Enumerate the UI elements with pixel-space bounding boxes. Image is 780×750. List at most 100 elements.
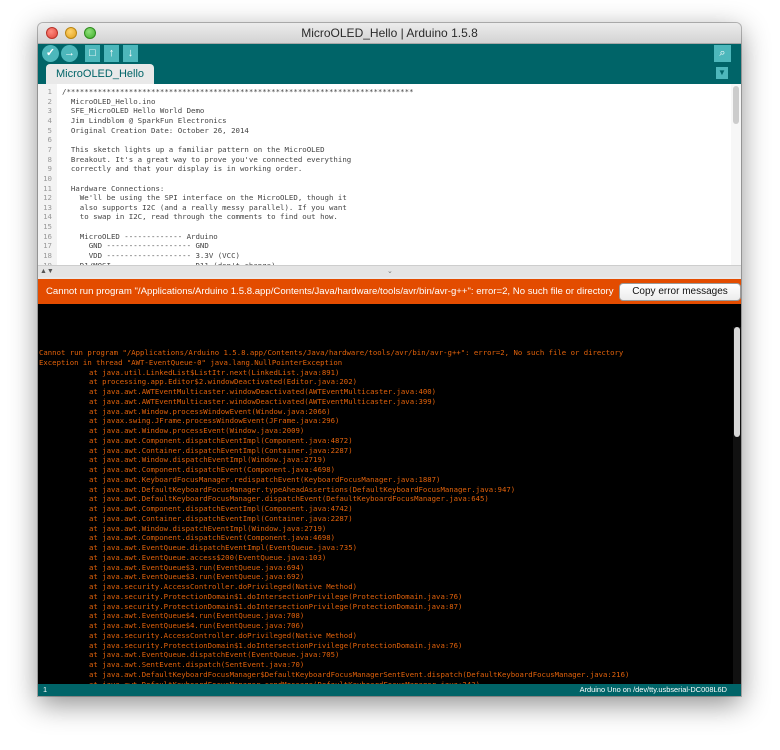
console-line: at java.awt.EventQueue$3.run(EventQueue.… [89, 572, 305, 582]
code-line[interactable]: 10 [38, 174, 728, 184]
code-text: SFE_MicroOLED Hello World Demo [62, 106, 205, 116]
code-text: also supports I2C (and a really messy pa… [62, 202, 347, 212]
console-line: at java.awt.Container.dispatchEventImpl(… [89, 513, 353, 523]
line-number: 9 [47, 164, 52, 174]
code-line[interactable]: 14 to swap in I2C, read through the comm… [38, 212, 728, 222]
editor-vertical-scrollbar[interactable] [731, 84, 741, 265]
line-number: 5 [47, 125, 52, 135]
editor-divider[interactable]: ▲▼ ⌄ [38, 265, 741, 277]
console-line: at java.awt.DefaultKeyboardFocusManager.… [89, 484, 516, 494]
copy-error-messages-button[interactable]: Copy error messages [619, 283, 741, 301]
new-sketch-button[interactable]: □ [85, 45, 100, 62]
code-line[interactable]: 9 correctly and that your display is in … [38, 164, 728, 174]
verify-button[interactable]: ✓ [42, 45, 59, 62]
console-line: at java.awt.AWTEventMulticaster.windowDe… [89, 387, 437, 396]
console-line: at java.awt.EventQueue.dispatchEventImpl… [89, 543, 357, 552]
code-text: Original Creation Date: October 26, 2014 [62, 125, 249, 135]
code-line[interactable]: 2 MicroOLED_Hello.ino [38, 97, 728, 107]
title-bar: MicroOLED_Hello | Arduino 1.5.8 [38, 23, 741, 44]
code-text: GND ------------------- GND [62, 241, 209, 251]
console-line: at java.awt.Window.dispatchEventImpl(Win… [89, 523, 327, 533]
line-number: 7 [47, 144, 52, 154]
save-sketch-button[interactable]: ↓ [123, 45, 138, 62]
console-line: at java.security.AccessController.doPriv… [89, 582, 357, 591]
split-handle-icon[interactable]: ⌄ [387, 267, 393, 276]
arrow-right-icon: → [64, 47, 75, 59]
line-number: 17 [43, 241, 52, 251]
code-line[interactable]: 4 Jim Lindblom @ SparkFun Electronics [38, 116, 728, 126]
console-line: at java.awt.Component.dispatchEventImpl(… [89, 435, 353, 445]
console-line: at java.awt.Window.processWindowEvent(Wi… [89, 406, 331, 416]
code-line[interactable]: 11 Hardware Connections: [38, 184, 728, 194]
status-bar: 1 Arduino Uno on /dev/tty.usbserial-DC00… [38, 684, 741, 696]
tab-menu-button[interactable]: ▼ [716, 67, 728, 79]
console-vertical-scrollbar[interactable] [733, 327, 741, 684]
line-number: 10 [43, 173, 52, 183]
console-line: at java.awt.Component.dispatchEvent(Comp… [89, 533, 336, 543]
code-line[interactable]: 3 SFE_MicroOLED Hello World Demo [38, 106, 728, 116]
code-line[interactable]: 16 MicroOLED ------------- Arduino [38, 232, 728, 242]
console-line: at java.awt.DefaultKeyboardFocusManager$… [89, 669, 630, 679]
upload-button[interactable]: → [61, 45, 78, 62]
console-line: at java.awt.Component.dispatchEvent(Comp… [89, 465, 336, 474]
new-file-icon: □ [89, 47, 96, 59]
code-text: This sketch lights up a familiar pattern… [62, 144, 325, 154]
code-line[interactable]: 8 Breakout. It's a great way to prove yo… [38, 155, 728, 165]
console-output[interactable]: Cannot run program "/Applications/Arduin… [38, 304, 741, 684]
line-number: 2 [47, 96, 52, 106]
line-number: 15 [43, 222, 52, 232]
console-line: at java.security.AccessController.doPriv… [89, 630, 357, 640]
console-line: at java.security.ProtectionDomain$1.doIn… [89, 591, 463, 601]
console-line: at java.awt.DefaultKeyboardFocusManager.… [89, 494, 489, 504]
window-title: MicroOLED_Hello | Arduino 1.5.8 [301, 26, 478, 40]
console-line: at java.awt.Window.dispatchEventImpl(Win… [89, 455, 327, 465]
line-number: 3 [47, 106, 52, 116]
console-line: at processing.app.Editor$2.windowDeactiv… [89, 377, 357, 387]
magnifier-icon: ⌕ [719, 47, 726, 59]
code-line[interactable]: 6 [38, 135, 728, 145]
tab-microoled-hello[interactable]: MicroOLED_Hello [46, 64, 155, 84]
code-line[interactable]: 15 [38, 222, 728, 232]
line-number: 1 [47, 87, 52, 96]
code-text: Hardware Connections: [62, 183, 165, 193]
line-number: 14 [43, 212, 52, 222]
line-number: 13 [43, 202, 52, 212]
console-scroll-thumb[interactable] [734, 327, 740, 437]
arrow-up-icon: ↑ [108, 47, 115, 59]
collapse-arrows-icon[interactable]: ▲▼ [40, 266, 54, 277]
console-line: at java.security.ProtectionDomain$1.doIn… [89, 601, 463, 611]
code-text: Breakout. It's a great way to prove you'… [62, 154, 352, 164]
error-message-bar: Cannot run program "/Applications/Arduin… [38, 279, 741, 304]
line-number: 12 [43, 193, 52, 203]
arrow-down-icon: ↓ [127, 47, 134, 59]
check-icon: ✓ [45, 47, 56, 59]
line-number: 18 [43, 251, 52, 261]
open-sketch-button[interactable]: ↑ [104, 45, 119, 62]
board-port-label: Arduino Uno on /dev/tty.usbserial-DC008L… [579, 685, 727, 694]
console-line: at java.awt.AWTEventMulticaster.windowDe… [89, 396, 437, 406]
code-line[interactable]: 5 Original Creation Date: October 26, 20… [38, 126, 728, 136]
triangle-down-icon: ▼ [718, 68, 726, 77]
console-line: at javax.swing.JFrame.processWindowEvent… [89, 416, 340, 426]
console-line: at java.awt.EventQueue$4.run(EventQueue.… [89, 611, 305, 621]
arduino-window: MicroOLED_Hello | Arduino 1.5.8 ✓ → □ ↑ … [38, 23, 741, 696]
code-line[interactable]: 12 We'll be using the SPI interface on t… [38, 193, 728, 203]
code-line[interactable]: 13 also supports I2C (and a really messy… [38, 203, 728, 213]
console-line: at java.awt.EventQueue.dispatchEvent(Eve… [89, 650, 340, 660]
code-text: MicroOLED ------------- Arduino [62, 231, 218, 241]
console-line: at java.util.LinkedList$ListItr.next(Lin… [89, 367, 340, 377]
code-line[interactable]: 7 This sketch lights up a familiar patte… [38, 145, 728, 155]
serial-monitor-button[interactable]: ⌕ [714, 45, 731, 62]
code-line[interactable]: 18 VDD ------------------- 3.3V (VCC) [38, 251, 728, 261]
code-text: correctly and that your display is in wo… [62, 164, 303, 174]
console-line: at java.awt.EventQueue.access$200(EventQ… [89, 552, 327, 562]
line-number: 16 [43, 231, 52, 241]
line-number: 6 [47, 135, 52, 145]
console-line: at java.awt.EventQueue$4.run(EventQueue.… [89, 621, 305, 630]
code-editor[interactable]: 1 /**************************************… [38, 84, 741, 265]
console-line: Cannot run program "/Applications/Arduin… [39, 348, 624, 357]
code-line[interactable]: 1 /**************************************… [38, 87, 728, 97]
editor-scroll-thumb[interactable] [733, 86, 739, 124]
console-line: at java.awt.KeyboardFocusManager.redispa… [89, 474, 441, 484]
code-line[interactable]: 17 GND ------------------- GND [38, 241, 728, 251]
